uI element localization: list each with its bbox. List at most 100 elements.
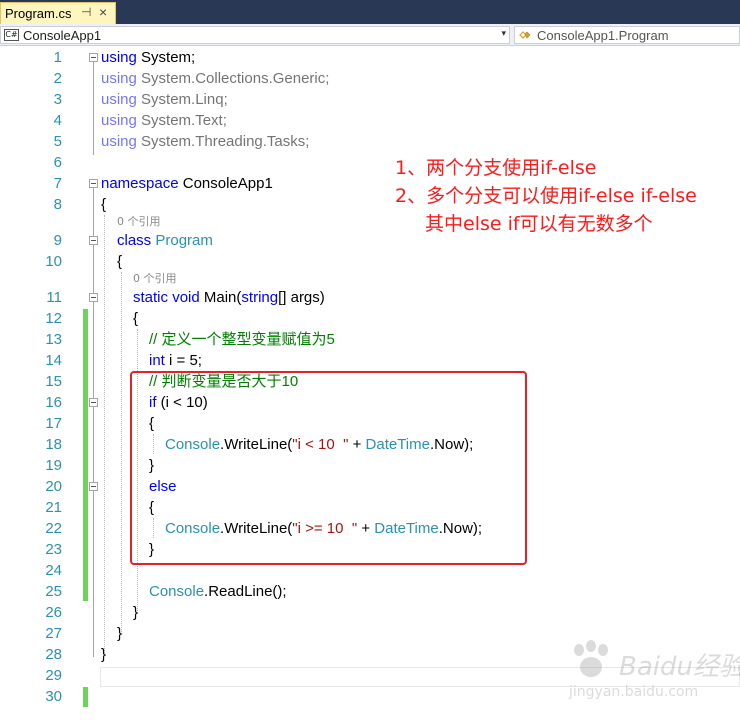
code-type: Console bbox=[149, 583, 205, 600]
code-type: Program bbox=[155, 232, 213, 249]
code-keyword: string bbox=[241, 289, 279, 306]
paw-logo-icon bbox=[574, 640, 608, 677]
line-number: 22 bbox=[45, 520, 62, 537]
code-line: Console.ReadLine(); bbox=[149, 581, 287, 602]
line-number: 1 bbox=[53, 49, 62, 66]
tab-title: Program.cs bbox=[5, 6, 72, 21]
line-number: 14 bbox=[45, 352, 62, 369]
line-number: 30 bbox=[45, 688, 62, 705]
reference-count[interactable]: 0 个引用 bbox=[117, 215, 161, 228]
code-text: System.Threading.Tasks; bbox=[136, 133, 310, 150]
line-number: 20 bbox=[45, 478, 62, 495]
code-line: class Program bbox=[117, 230, 213, 251]
code-keyword: class bbox=[117, 232, 152, 249]
tab-program-cs[interactable]: Program.cs ⊣ × bbox=[0, 2, 116, 24]
code-line: namespace ConsoleApp1 bbox=[101, 173, 273, 194]
code-text: System; bbox=[136, 49, 196, 66]
code-line: { bbox=[101, 196, 107, 213]
code-line: { bbox=[117, 253, 123, 270]
line-number: 11 bbox=[46, 289, 62, 306]
code-line: using System.Text; bbox=[101, 110, 227, 131]
watermark-url: jingyan.baidu.com bbox=[569, 684, 699, 700]
code-keyword: static bbox=[133, 289, 169, 306]
line-number: 13 bbox=[45, 331, 62, 348]
line-number: 6 bbox=[53, 154, 62, 171]
annotation-line: 2、多个分支可以使用if-else if-else bbox=[395, 185, 697, 207]
collapse-toggle[interactable] bbox=[89, 398, 98, 407]
annotation-line: 1、两个分支使用if-else bbox=[395, 157, 597, 179]
line-number: 19 bbox=[45, 457, 62, 474]
annotation-line: 其中else if可以有无数多个 bbox=[425, 213, 653, 235]
class-icon bbox=[519, 31, 531, 39]
line-number: 7 bbox=[53, 175, 62, 192]
code-text: .ReadLine(); bbox=[204, 583, 287, 600]
code-line: using System.Collections.Generic; bbox=[101, 68, 329, 89]
line-number: 21 bbox=[45, 499, 62, 516]
line-number: 28 bbox=[45, 646, 62, 663]
line-number: 16 bbox=[45, 394, 62, 411]
collapse-toggle[interactable] bbox=[89, 293, 98, 302]
line-number: 10 bbox=[45, 253, 62, 270]
code-text: [] args) bbox=[278, 289, 325, 306]
chevron-down-icon[interactable]: ▾ bbox=[501, 28, 506, 39]
line-number: 25 bbox=[45, 583, 62, 600]
close-icon[interactable]: × bbox=[99, 4, 107, 20]
collapse-toggle[interactable] bbox=[89, 482, 98, 491]
highlight-box bbox=[130, 371, 527, 565]
code-keyword: using bbox=[101, 133, 137, 150]
code-keyword: namespace bbox=[101, 175, 179, 192]
pin-icon[interactable]: ⊣ bbox=[81, 5, 91, 19]
code-keyword: int bbox=[149, 352, 165, 369]
line-number: 3 bbox=[53, 91, 62, 108]
code-editor[interactable]: 1 2 3 4 5 6 7 8 9 10 11 12 13 14 15 16 1… bbox=[0, 47, 740, 720]
outline-line bbox=[93, 486, 94, 525]
reference-count[interactable]: 0 个引用 bbox=[133, 272, 177, 285]
code-line: { bbox=[133, 310, 139, 327]
project-dropdown-label: ConsoleApp1 bbox=[23, 28, 102, 43]
watermark: Baidu经验 jingyan.baidu.com bbox=[563, 640, 740, 710]
code-line: } bbox=[133, 604, 139, 621]
code-text: Main( bbox=[199, 289, 242, 306]
line-number: 26 bbox=[45, 604, 62, 621]
line-number: 4 bbox=[53, 112, 62, 129]
indent-guide bbox=[121, 272, 122, 634]
collapse-toggle[interactable] bbox=[89, 53, 98, 62]
code-line: int i = 5; bbox=[149, 350, 202, 371]
outline-line bbox=[93, 302, 94, 634]
code-text: System.Linq; bbox=[136, 91, 228, 108]
project-dropdown[interactable]: C# ConsoleApp1 ▾ bbox=[0, 26, 510, 44]
type-dropdown-label: ConsoleApp1.Program bbox=[537, 28, 669, 43]
code-keyword: using bbox=[101, 112, 137, 129]
indent-guide bbox=[104, 215, 105, 653]
code-keyword: using bbox=[101, 49, 137, 66]
csharp-project-icon: C# bbox=[4, 29, 19, 41]
code-line: using System; bbox=[101, 47, 195, 68]
collapse-toggle[interactable] bbox=[89, 236, 98, 245]
type-dropdown[interactable]: ConsoleApp1.Program bbox=[514, 26, 740, 44]
line-number: 29 bbox=[45, 667, 62, 684]
code-text: ConsoleApp1 bbox=[178, 175, 273, 192]
code-text: System.Text; bbox=[136, 112, 227, 129]
code-keyword: using bbox=[101, 70, 137, 87]
line-number: 5 bbox=[53, 133, 62, 150]
line-number: 8 bbox=[53, 196, 62, 213]
code-line: static void Main(string[] args) bbox=[133, 287, 325, 308]
code-line: } bbox=[117, 625, 123, 642]
line-number: 12 bbox=[45, 310, 62, 327]
code-keyword: using bbox=[101, 91, 137, 108]
code-text: System.Collections.Generic; bbox=[136, 70, 330, 87]
outline-line bbox=[93, 62, 94, 155]
line-number: 27 bbox=[45, 625, 62, 642]
code-line: using System.Linq; bbox=[101, 89, 228, 110]
line-number: 23 bbox=[45, 541, 62, 558]
line-number: 17 bbox=[45, 415, 62, 432]
line-number: 15 bbox=[45, 373, 62, 390]
change-indicator-bar bbox=[83, 687, 88, 707]
code-line: using System.Threading.Tasks; bbox=[101, 131, 309, 152]
watermark-brand: Baidu经验 bbox=[619, 652, 740, 682]
line-number: 2 bbox=[53, 70, 62, 87]
document-tab-bar: Program.cs ⊣ × bbox=[0, 0, 740, 24]
code-line: } bbox=[101, 646, 107, 663]
outline-line bbox=[93, 402, 94, 441]
collapse-toggle[interactable] bbox=[89, 179, 98, 188]
